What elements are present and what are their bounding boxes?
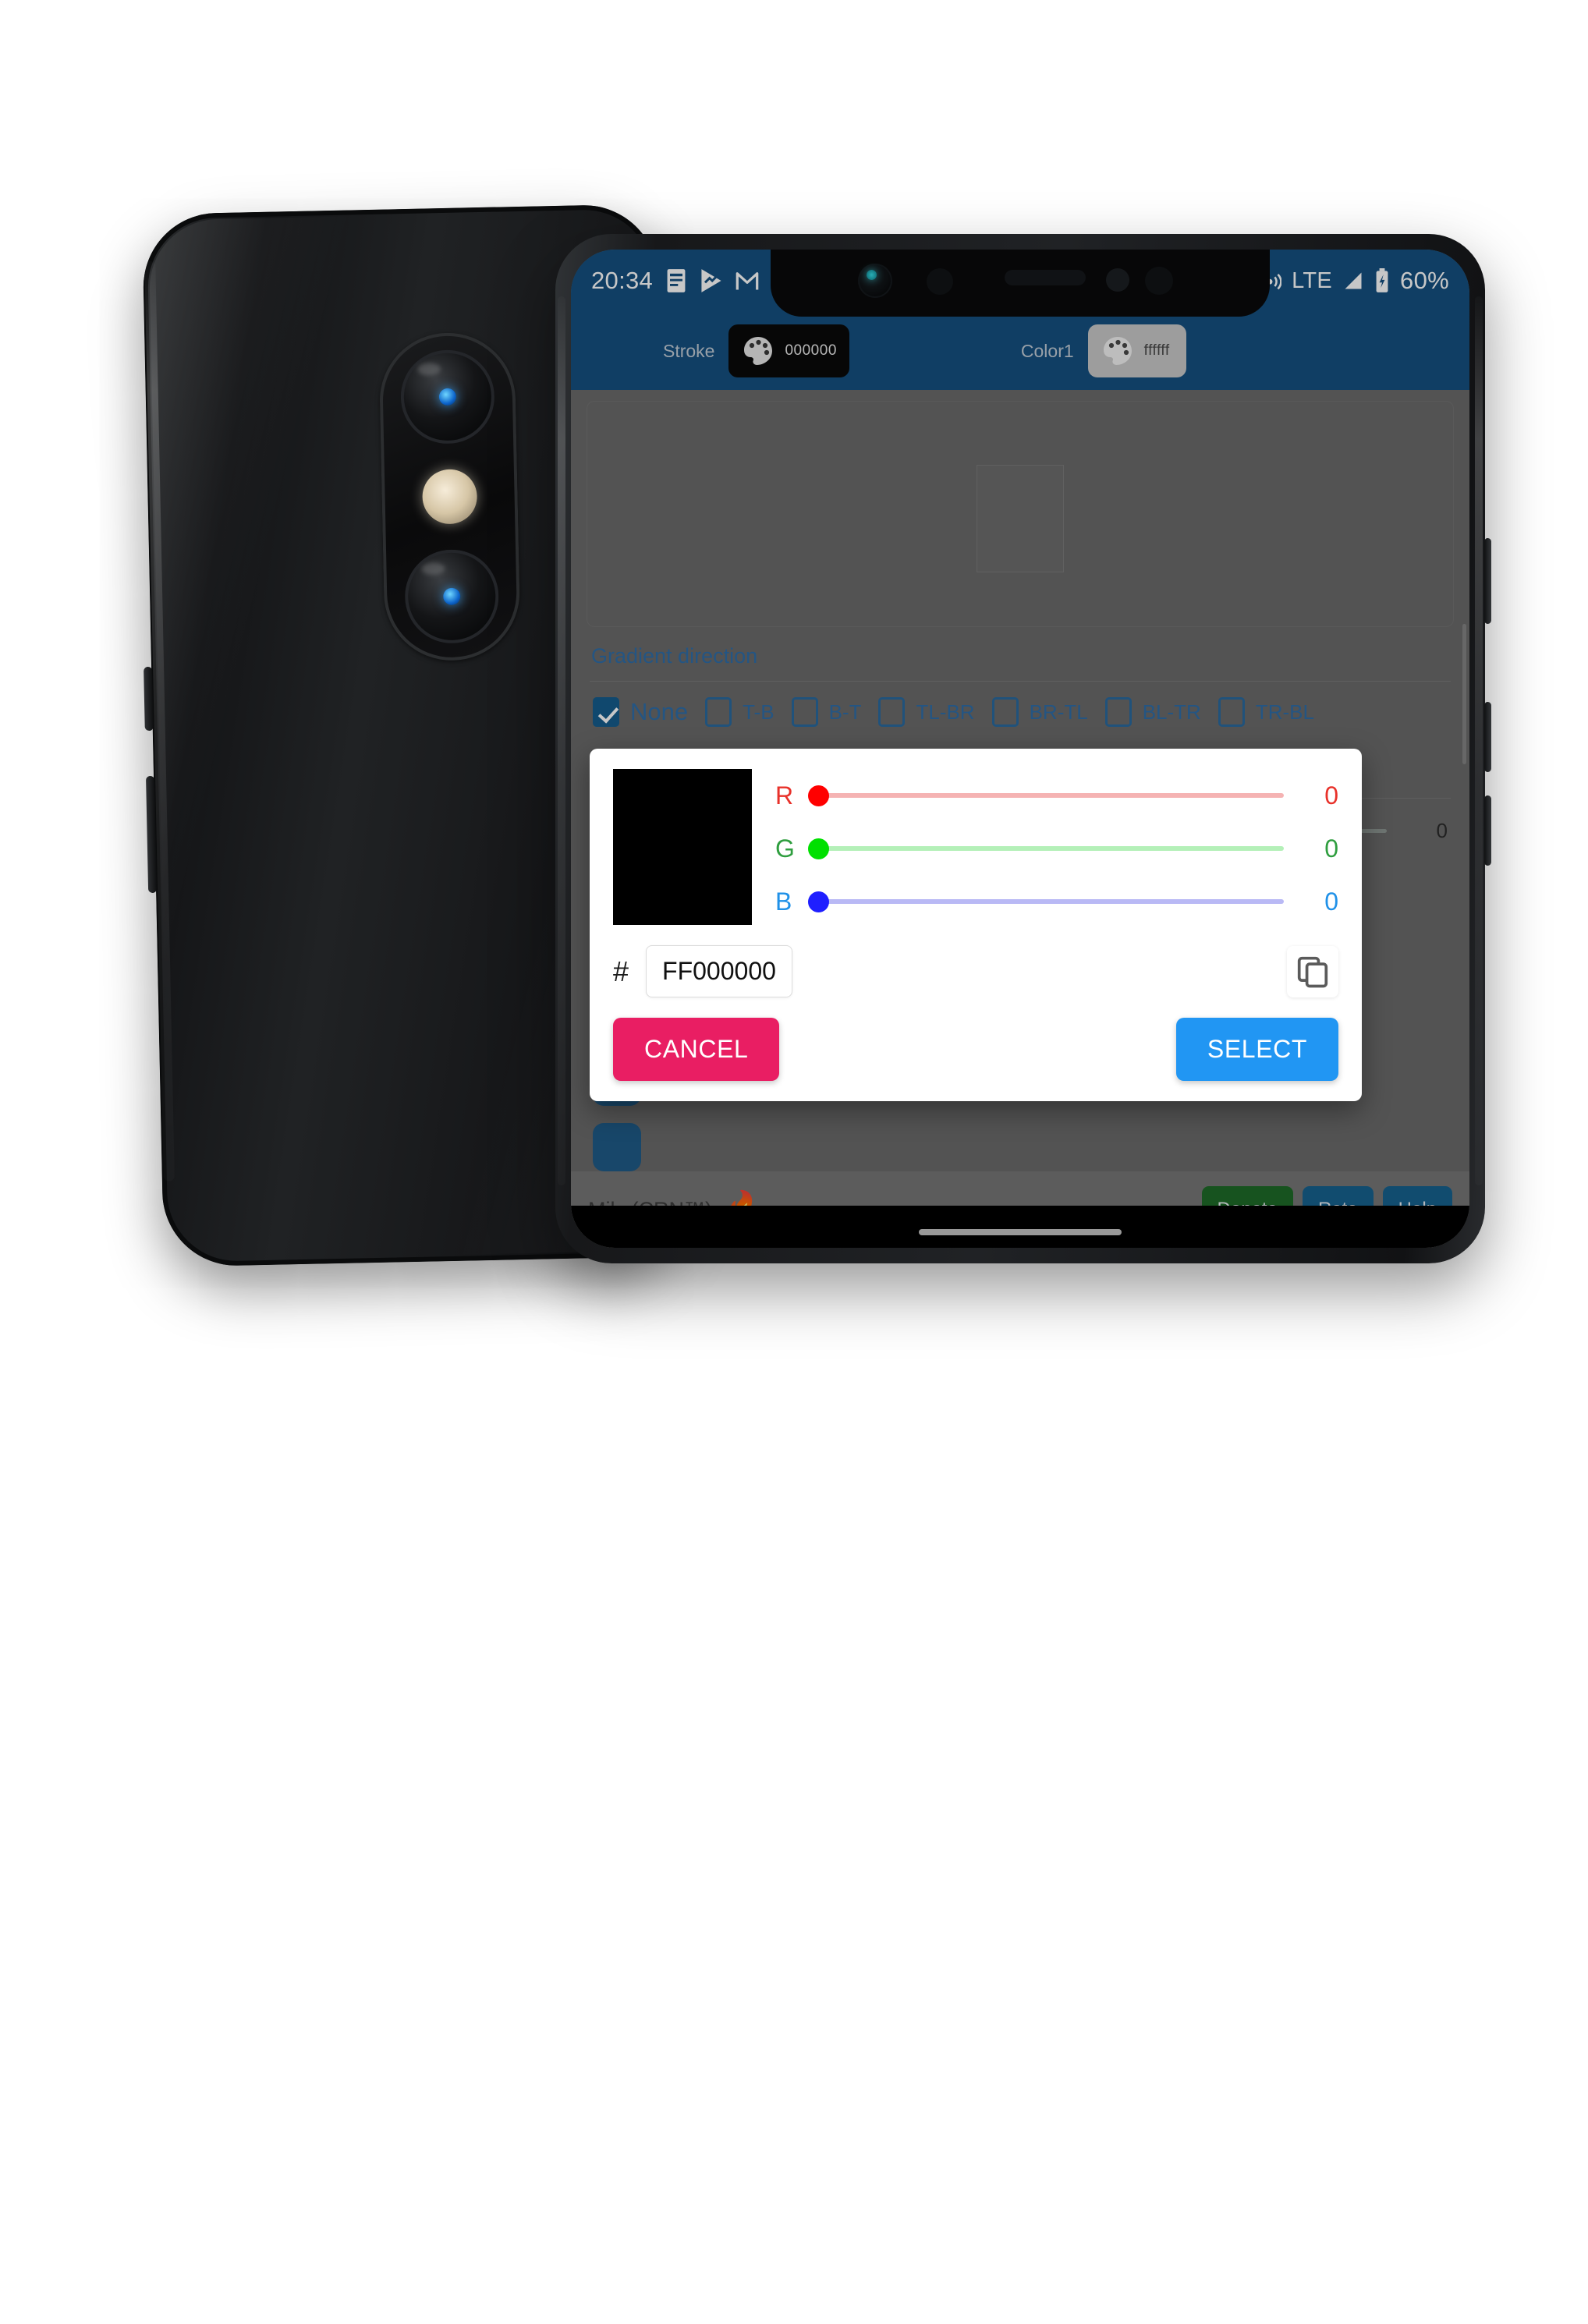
rear-camera-lens-bottom — [404, 548, 500, 645]
slider-thumb[interactable] — [808, 838, 829, 859]
rgb-row-red[interactable]: R 0 — [775, 774, 1338, 817]
blue-channel-value: 0 — [1324, 887, 1338, 916]
lens-reflection — [443, 587, 461, 606]
red-channel-label: R — [775, 781, 794, 810]
select-button[interactable]: SELECT — [1175, 1018, 1338, 1081]
rear-camera-module — [378, 331, 521, 662]
cancel-button[interactable]: CANCEL — [613, 1018, 780, 1081]
app-screen: 20:34 LTE 60% Stroke 000000 Color1 fffff… — [571, 250, 1469, 1248]
green-channel-label: G — [775, 834, 795, 863]
phone-front-render: 20:34 LTE 60% Stroke 000000 Color1 fffff… — [555, 234, 1491, 1263]
hex-input[interactable]: FF000000 — [646, 945, 792, 997]
hash-symbol: # — [613, 955, 629, 987]
green-channel-value: 0 — [1324, 834, 1338, 863]
dialog-action-row: CANCEL SELECT — [613, 1018, 1338, 1081]
red-slider[interactable] — [808, 784, 1288, 807]
screenshot-stage: 20:34 LTE 60% Stroke 000000 Color1 fffff… — [0, 0, 1588, 2324]
power-button — [144, 666, 154, 732]
rgb-row-green[interactable]: G 0 — [775, 827, 1338, 870]
slider-thumb[interactable] — [808, 785, 829, 806]
rgb-sliders: R 0 G 0 B 0 — [775, 769, 1338, 925]
rgb-row-blue[interactable]: B 0 — [775, 880, 1338, 923]
rear-camera-lens-top — [399, 349, 496, 445]
green-slider[interactable] — [808, 837, 1288, 860]
slider-track — [827, 793, 1284, 798]
volume-up-button — [1484, 702, 1491, 772]
front-phone-left-highlight — [558, 296, 565, 1185]
slider-track — [827, 899, 1284, 904]
blue-slider[interactable] — [808, 890, 1288, 913]
color-preview-swatch — [613, 769, 752, 925]
lens-glare — [421, 562, 445, 576]
front-phone-right-highlight — [1475, 296, 1483, 1185]
power-button — [1484, 538, 1491, 624]
volume-down-button — [1484, 795, 1491, 866]
lens-reflection — [438, 388, 457, 406]
camera-flash — [421, 469, 478, 525]
color-picker-dialog: R 0 G 0 B 0 # FF000000 CANCEL SELECT — [590, 749, 1362, 1101]
dialog-preview-and-sliders: R 0 G 0 B 0 — [613, 769, 1338, 925]
slider-track — [827, 846, 1284, 851]
blue-channel-label: B — [775, 887, 792, 916]
lens-glare — [417, 363, 441, 376]
copy-icon[interactable] — [1287, 945, 1338, 997]
hex-input-row: # FF000000 — [613, 945, 1338, 997]
phone-screen-bezel: 20:34 LTE 60% Stroke 000000 Color1 fffff… — [571, 250, 1469, 1248]
slider-thumb[interactable] — [808, 891, 829, 912]
red-channel-value: 0 — [1324, 781, 1338, 810]
